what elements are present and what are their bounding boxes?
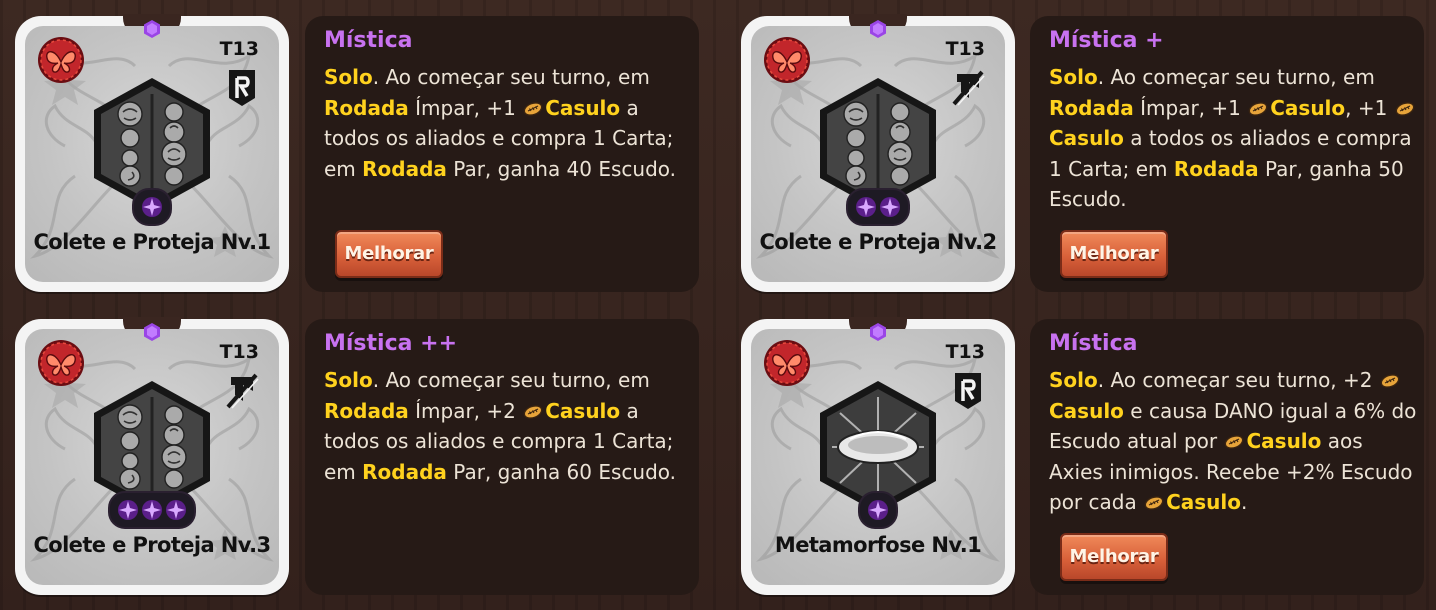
level-star-icon — [141, 499, 163, 521]
tier-label: T13 — [219, 38, 259, 60]
effect-text: Solo. Ao começar seu turno, +2 Casulo e … — [1049, 366, 1417, 514]
card-colete-e-proteja-2[interactable]: T13 Colete e Proteja Nv.2 — [741, 14, 1015, 292]
keyword: Rodada — [324, 95, 409, 120]
bug-class-icon — [37, 36, 85, 84]
upgrade-button[interactable]: Melhorar — [1060, 533, 1168, 581]
keyword: Solo — [324, 65, 373, 89]
tier-label: T13 — [945, 38, 985, 60]
bug-class-icon — [763, 339, 811, 387]
keyword: Casulo — [1049, 126, 1124, 150]
card-name: Colete e Proteja Nv.1 — [33, 230, 271, 254]
keyword: Casulo — [1049, 398, 1124, 423]
description-panel-4: Mística Solo. Ao começar seu turno, +2 C… — [1030, 319, 1424, 595]
keyword: Casulo — [1166, 490, 1241, 514]
card-colete-e-proteja-3[interactable]: T13 Colete e Proteja Nv.3 — [15, 317, 289, 595]
effect-text: Solo. Ao começar seu turno, em Rodada Ím… — [324, 65, 677, 181]
level-star-icon — [879, 196, 901, 218]
cocoon-icon — [523, 94, 543, 116]
upgrade-button[interactable]: Melhorar — [335, 230, 443, 278]
energy-gem-icon — [144, 20, 160, 38]
keyword: Rodada — [362, 459, 447, 484]
keyword: Casulo — [545, 398, 621, 423]
effect-text: Solo. Ao começar seu turno, em Rodada Ím… — [1049, 62, 1419, 215]
level-star-icon — [117, 499, 139, 521]
level-star-icon — [165, 499, 187, 521]
rarity-label: Mística + — [1049, 28, 1164, 53]
energy-gem-icon — [870, 323, 886, 341]
keyword: Casulo — [545, 95, 621, 120]
energy-gem-icon — [870, 20, 886, 38]
card-name: Colete e Proteja Nv.3 — [33, 533, 271, 557]
level-stars — [108, 491, 196, 529]
rarity-label: Mística ++ — [324, 331, 457, 356]
description-panel-2: Mística + Solo. Ao começar seu turno, em… — [1030, 16, 1424, 292]
ranged-icon — [225, 68, 259, 108]
keyword: Solo — [1049, 65, 1098, 89]
cocoon-icon — [523, 397, 543, 419]
level-stars — [846, 188, 910, 226]
cocoon-icon — [1395, 94, 1415, 116]
bug-class-icon — [763, 36, 811, 84]
keyword: Solo — [1049, 368, 1098, 392]
cocoon-icon — [1248, 94, 1268, 116]
ranged-icon — [951, 371, 985, 411]
card-metamorfose-1[interactable]: T13 Metamorfose Nv.1 — [741, 317, 1015, 595]
effect-text: Solo. Ao começar seu turno, em Rodada Ím… — [324, 368, 677, 484]
cocoon-icon — [1144, 488, 1164, 510]
keyword: Rodada — [1049, 95, 1134, 120]
tier-label: T13 — [945, 341, 985, 363]
cocoon-icon — [1224, 427, 1244, 449]
level-star-icon — [141, 196, 163, 218]
rarity-label: Mística — [1049, 331, 1138, 356]
rarity-label: Mística — [324, 28, 413, 53]
upgrade-button[interactable]: Melhorar — [1060, 230, 1168, 278]
level-stars — [132, 188, 172, 226]
level-star-icon — [855, 196, 877, 218]
level-stars — [858, 491, 898, 529]
card-name: Metamorfose Nv.1 — [774, 533, 982, 557]
card-colete-e-proteja-1[interactable]: T13 Colete e Proteja Nv.1 — [15, 14, 289, 292]
energy-gem-icon — [144, 323, 160, 341]
keyword: Rodada — [1173, 156, 1259, 181]
keyword: Solo — [324, 368, 373, 392]
cocoon-icon — [1380, 366, 1400, 388]
tier-label: T13 — [219, 341, 259, 363]
description-panel-3: Mística ++ Solo. Ao começar seu turno, e… — [305, 319, 699, 595]
level-star-icon — [867, 499, 889, 521]
keyword: Rodada — [324, 398, 409, 423]
keyword: Casulo — [1270, 95, 1346, 120]
card-name: Colete e Proteja Nv.2 — [759, 230, 997, 254]
bug-class-icon — [37, 339, 85, 387]
no-attack-icon — [951, 68, 985, 108]
keyword: Rodada — [362, 156, 447, 181]
no-attack-icon — [225, 371, 259, 411]
description-panel-1: Mística Solo. Ao começar seu turno, em R… — [305, 16, 699, 292]
keyword: Casulo — [1246, 429, 1322, 453]
